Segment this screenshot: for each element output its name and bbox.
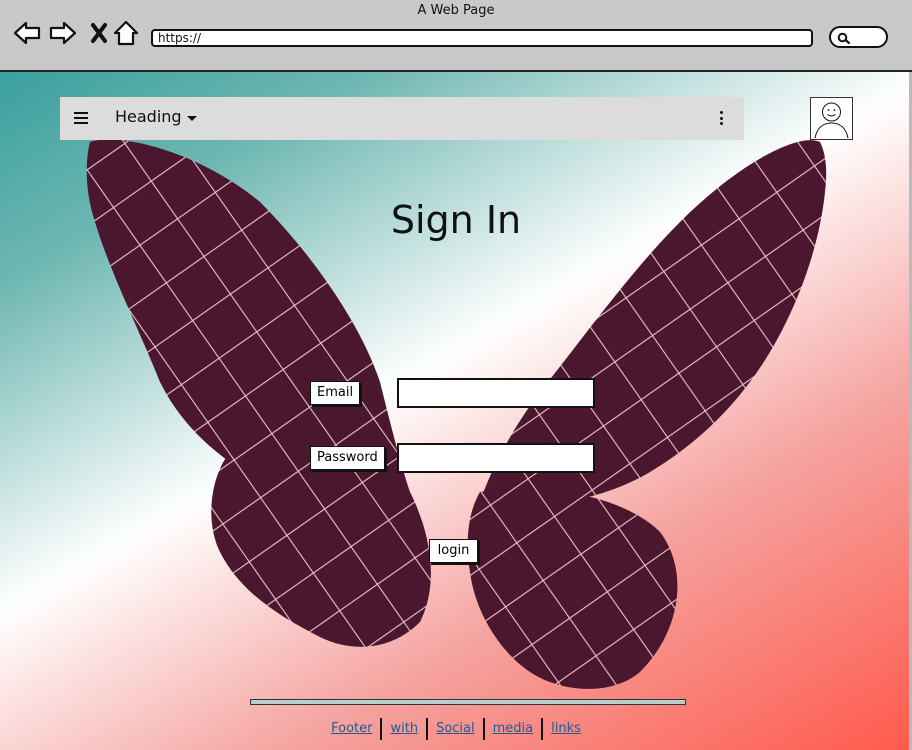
search-icon [837, 32, 851, 44]
more-vertical-icon[interactable] [720, 111, 724, 125]
password-label: Password [310, 446, 385, 470]
home-button[interactable] [111, 18, 141, 48]
forward-button[interactable] [48, 18, 78, 48]
footer-link-social[interactable]: Social [428, 721, 483, 740]
forward-arrow-icon [49, 21, 77, 45]
footer-divider [250, 699, 686, 705]
password-field[interactable] [397, 443, 595, 473]
footer-link-links[interactable]: links [543, 721, 589, 740]
url-input[interactable]: https:// [151, 29, 813, 47]
user-avatar[interactable] [810, 97, 853, 140]
sign-in-title: Sign In [390, 198, 522, 242]
browser-chrome: A Web Page https:// [0, 0, 912, 72]
footer-link-with[interactable]: with [382, 721, 426, 740]
back-arrow-icon [13, 21, 41, 45]
window-title: A Web Page [417, 3, 495, 18]
close-x-icon [91, 23, 107, 43]
hamburger-menu-icon[interactable] [74, 112, 88, 124]
footer-link-footer[interactable]: Footer [323, 721, 380, 740]
email-label: Email [310, 381, 361, 405]
email-field[interactable] [397, 378, 595, 408]
dropdown-caret-icon[interactable] [187, 116, 197, 121]
home-icon [113, 20, 139, 46]
page-viewport: Heading Sign In Email Password login Foo… [0, 72, 912, 750]
footer-links: Footer with Social media links [0, 718, 912, 740]
top-app-bar: Heading [60, 97, 744, 140]
login-button[interactable]: login [429, 539, 478, 563]
browser-search-box[interactable] [829, 26, 888, 48]
back-button[interactable] [12, 18, 42, 48]
app-bar-heading[interactable]: Heading [115, 107, 182, 126]
footer-link-media[interactable]: media [485, 721, 542, 740]
user-avatar-icon [814, 102, 849, 139]
stop-button[interactable] [84, 18, 114, 48]
